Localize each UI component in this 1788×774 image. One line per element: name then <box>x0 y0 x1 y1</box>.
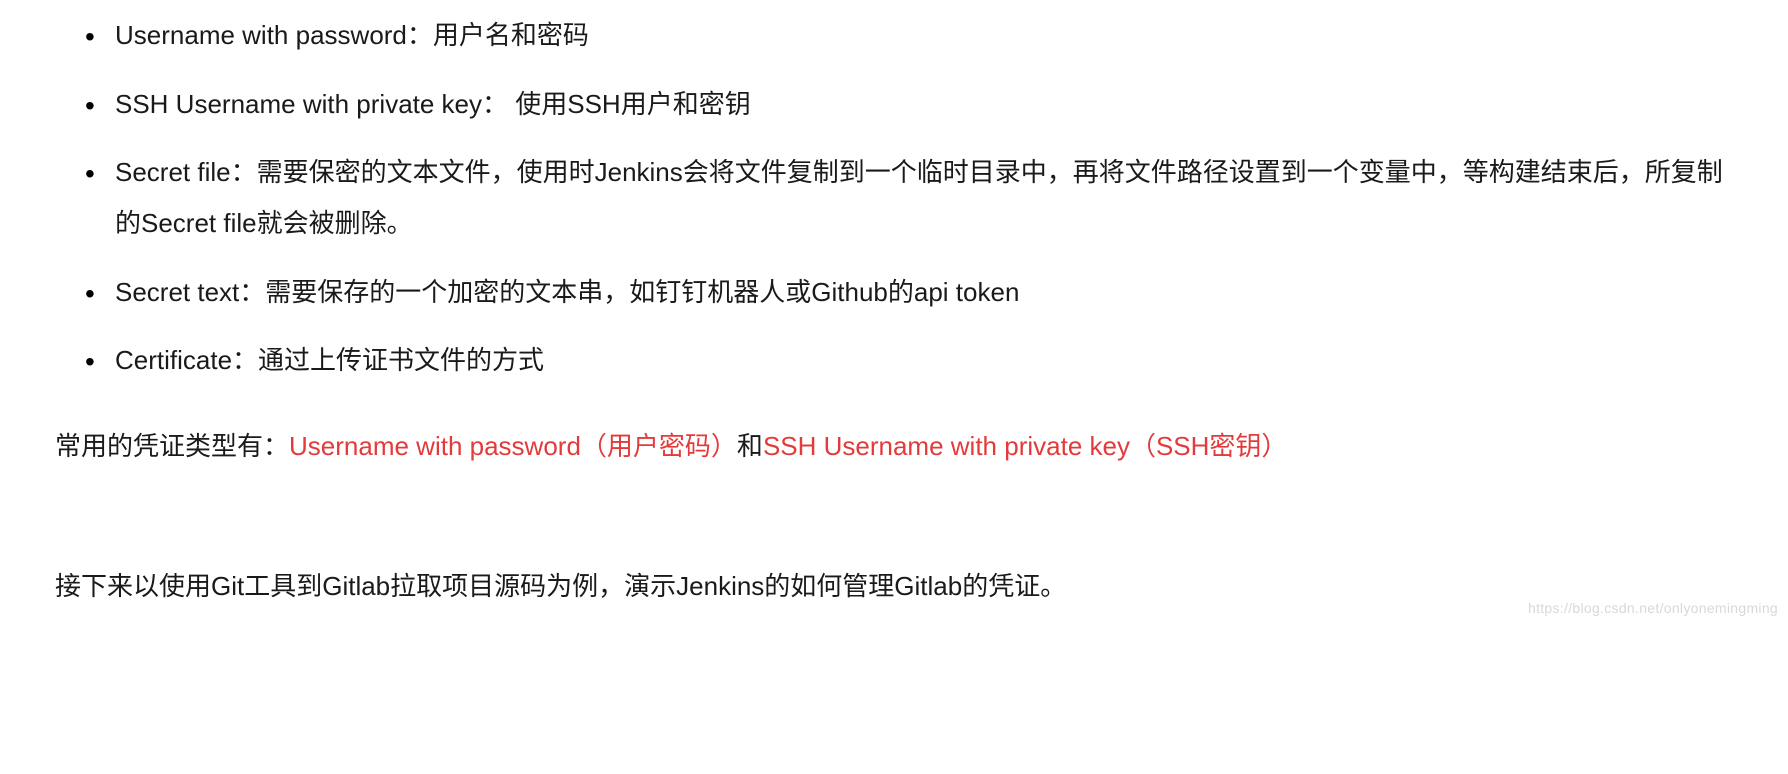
watermark-text: https://blog.csdn.net/onlyonemingming <box>1528 595 1778 622</box>
list-item: Secret file：需要保密的文本文件，使用时Jenkins会将文件复制到一… <box>85 147 1733 248</box>
list-item: SSH Username with private key： 使用SSH用户和密… <box>85 79 1733 130</box>
summary-paragraph: 常用的凭证类型有：Username with password（用户密码）和SS… <box>55 421 1733 472</box>
list-item-text: Username with password：用户名和密码 <box>115 20 589 50</box>
credential-types-list: Username with password：用户名和密码 SSH Userna… <box>55 10 1733 386</box>
list-item: Certificate：通过上传证书文件的方式 <box>85 335 1733 386</box>
list-item: Username with password：用户名和密码 <box>85 10 1733 61</box>
list-item: Secret text：需要保存的一个加密的文本串，如钉钉机器人或Github的… <box>85 267 1733 318</box>
summary-highlight-1: Username with password（用户密码） <box>289 431 737 461</box>
summary-prefix: 常用的凭证类型有： <box>55 431 289 461</box>
summary-highlight-2: SSH Username with private key（SSH密钥） <box>763 431 1287 461</box>
list-item-text: Certificate：通过上传证书文件的方式 <box>115 345 544 375</box>
list-item-text: Secret text：需要保存的一个加密的文本串，如钉钉机器人或Github的… <box>115 277 1019 307</box>
list-item-text: Secret file：需要保密的文本文件，使用时Jenkins会将文件复制到一… <box>115 157 1723 238</box>
summary-mid: 和 <box>737 431 763 461</box>
next-step-paragraph: 接下来以使用Git工具到Gitlab拉取项目源码为例，演示Jenkins的如何管… <box>55 562 1733 611</box>
list-item-text: SSH Username with private key： 使用SSH用户和密… <box>115 89 751 119</box>
